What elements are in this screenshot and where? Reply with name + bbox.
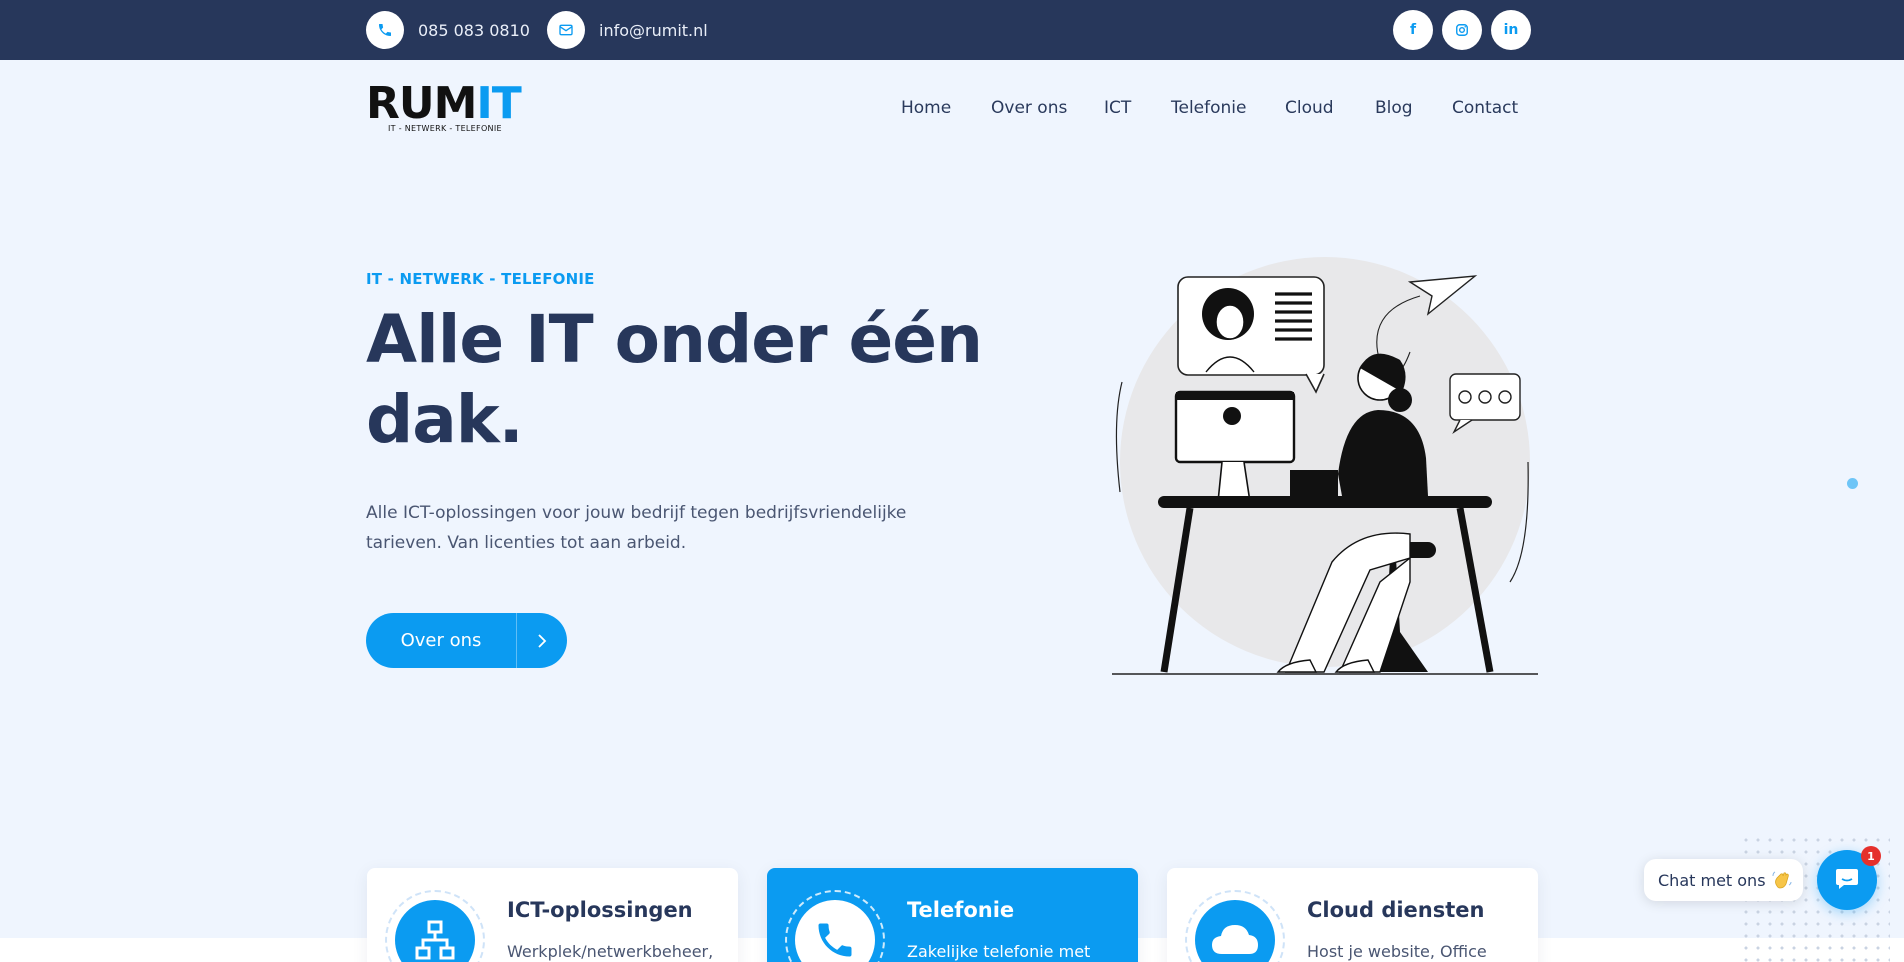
chat-icon xyxy=(1834,865,1860,895)
card-telefonie[interactable]: Telefonie Zakelijke telefonie met xyxy=(767,868,1138,962)
card-icon-ring xyxy=(785,890,885,962)
card-ict-oplossingen[interactable]: ICT-oplossingen Werkplek/netwerkbeheer, xyxy=(367,868,738,962)
chevron-right-icon xyxy=(517,633,567,649)
logo-tagline: IT - NETWERK - TELEFONIE xyxy=(388,124,502,133)
email-address: info@rumit.nl xyxy=(599,20,708,40)
card-title: Telefonie xyxy=(907,898,1015,922)
waving-hand-icon xyxy=(1772,870,1792,890)
logo-wordmark: RUMIT xyxy=(366,78,522,129)
card-cloud-diensten[interactable]: Cloud diensten Host je website, Office xyxy=(1167,868,1538,962)
card-title: Cloud diensten xyxy=(1307,898,1485,922)
chat-prompt-label: Chat met ons xyxy=(1658,870,1766,890)
card-description: Werkplek/netwerkbeheer, xyxy=(507,942,714,961)
hero-illustration xyxy=(1112,257,1538,675)
phone-contact[interactable]: 085 083 0810 xyxy=(366,11,530,49)
logo[interactable]: RUMIT IT - NETWERK - TELEFONIE xyxy=(366,82,536,138)
cloud-icon xyxy=(1195,900,1275,962)
network-icon xyxy=(395,900,475,962)
top-bar: 085 083 0810 info@rumit.nl f in xyxy=(0,0,1904,60)
hero-lead: Alle ICT-oplossingen voor jouw bedrijf t… xyxy=(366,503,907,553)
card-icon-ring xyxy=(1185,890,1285,962)
nav-contact[interactable]: Contact xyxy=(1452,98,1518,118)
instagram-icon[interactable] xyxy=(1442,10,1482,50)
email-contact[interactable]: info@rumit.nl xyxy=(547,11,708,49)
nav-home[interactable]: Home xyxy=(901,98,951,118)
nav-telefonie[interactable]: Telefonie xyxy=(1171,98,1246,118)
card-title: ICT-oplossingen xyxy=(507,898,693,922)
unread-badge: 1 xyxy=(1861,846,1881,866)
phone-icon xyxy=(795,900,875,962)
envelope-icon xyxy=(547,11,585,49)
chat-prompt[interactable]: Chat met ons xyxy=(1644,859,1803,901)
linkedin-icon[interactable]: in xyxy=(1491,10,1531,50)
hero-headline: Alle IT onder één dak. xyxy=(366,301,983,458)
nav-ict[interactable]: ICT xyxy=(1104,98,1131,118)
hero-eyebrow: IT - NETWERK - TELEFONIE xyxy=(366,270,595,288)
nav-over-ons[interactable]: Over ons xyxy=(991,98,1067,118)
over-ons-button-label: Over ons xyxy=(400,630,482,651)
phone-icon xyxy=(366,11,404,49)
decorative-dot xyxy=(1847,478,1858,489)
card-description: Zakelijke telefonie met xyxy=(907,942,1091,961)
nav-blog[interactable]: Blog xyxy=(1375,98,1413,118)
card-icon-ring xyxy=(385,890,485,962)
card-description: Host je website, Office xyxy=(1307,942,1487,961)
phone-number: 085 083 0810 xyxy=(418,20,530,40)
facebook-icon[interactable]: f xyxy=(1393,10,1433,50)
over-ons-button[interactable]: Over ons xyxy=(366,613,567,668)
nav-cloud[interactable]: Cloud xyxy=(1285,98,1334,118)
